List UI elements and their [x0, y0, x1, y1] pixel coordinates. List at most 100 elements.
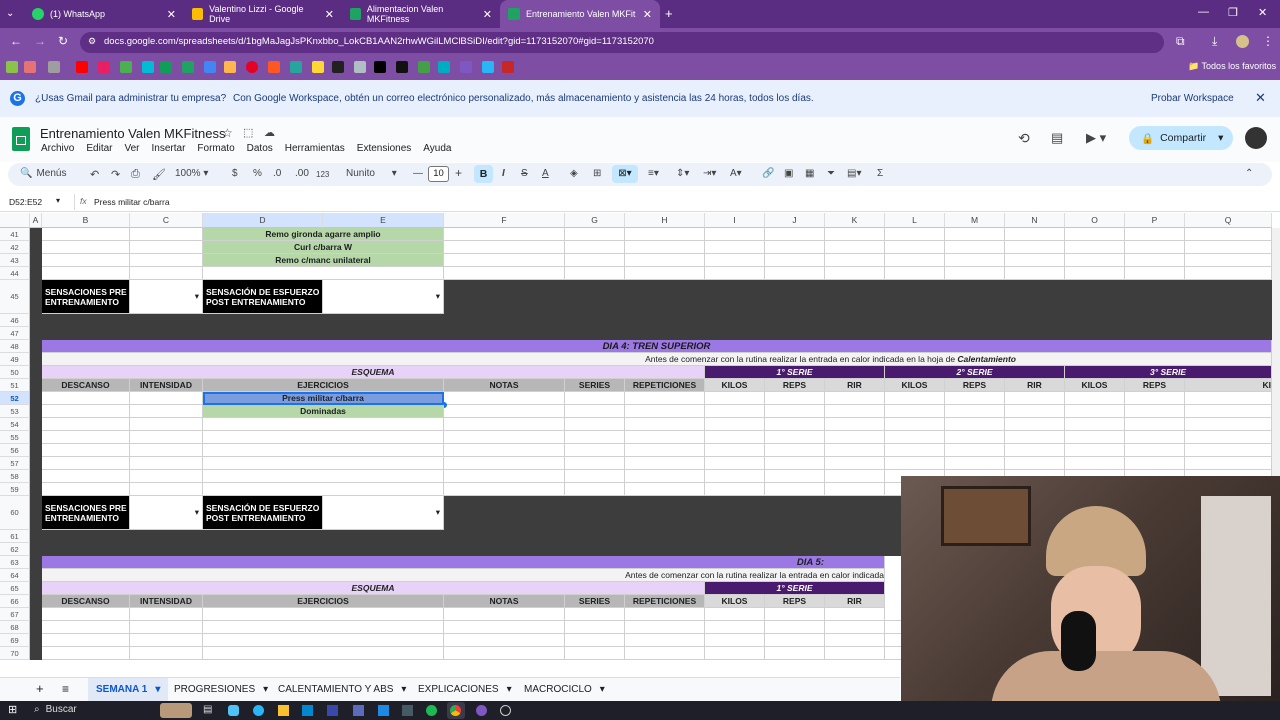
- grid-cell[interactable]: [130, 267, 203, 280]
- grid-cell[interactable]: [42, 470, 130, 483]
- tab-entrenamiento[interactable]: Entrenamiento Valen MKFitness ✕: [500, 0, 660, 28]
- add-sheet-icon[interactable]: +: [36, 681, 44, 696]
- grid-cell[interactable]: [765, 431, 825, 444]
- grid-cell[interactable]: [444, 228, 565, 241]
- grid-cell[interactable]: [444, 457, 565, 470]
- column-label[interactable]: REPS: [945, 379, 1005, 392]
- grid-cell[interactable]: [765, 634, 825, 647]
- grid-cell[interactable]: [130, 405, 203, 418]
- new-tab-icon[interactable]: +: [665, 6, 673, 21]
- grid-cell[interactable]: [1005, 405, 1065, 418]
- sheet-tab-explicaciones[interactable]: EXPLICACIONES ▾: [418, 678, 512, 701]
- grid-cell[interactable]: [765, 470, 825, 483]
- column-label[interactable]: REPETICIONES: [625, 379, 705, 392]
- lightroom-icon[interactable]: [378, 705, 389, 716]
- close-tab-icon[interactable]: ✕: [167, 8, 176, 21]
- grid-cell[interactable]: [42, 608, 130, 621]
- exercise-cell[interactable]: Remo c/manc unilateral: [203, 254, 444, 267]
- grid-cell[interactable]: [765, 621, 825, 634]
- bookmark-icon[interactable]: [6, 61, 18, 73]
- column-header-c[interactable]: C: [130, 213, 203, 228]
- grid-cell[interactable]: [444, 647, 565, 660]
- serie-header[interactable]: 1° SERIE: [705, 582, 885, 595]
- close-tab-icon[interactable]: ✕: [643, 8, 652, 21]
- row-header-69[interactable]: 69: [0, 634, 30, 647]
- grid-cell[interactable]: [1005, 457, 1065, 470]
- grid-cell[interactable]: [625, 228, 705, 241]
- grid-cell[interactable]: [765, 405, 825, 418]
- grid-cell[interactable]: [1065, 241, 1125, 254]
- bookmark-icon[interactable]: [142, 61, 154, 73]
- grid-cell[interactable]: [705, 405, 765, 418]
- grid-cell[interactable]: [705, 634, 765, 647]
- grid-cell[interactable]: [565, 608, 625, 621]
- grid-cell[interactable]: [130, 444, 203, 457]
- column-label[interactable]: REPS: [765, 595, 825, 608]
- download-icon[interactable]: ⤓: [1212, 34, 1217, 49]
- grid-cell[interactable]: [1185, 444, 1272, 457]
- sensations-post-label[interactable]: SENSACIÓN DE ESFUERZO POST ENTRENAMIENTO: [203, 280, 323, 314]
- decrease-decimals-button[interactable]: .0: [273, 168, 281, 179]
- grid-cell[interactable]: [765, 483, 825, 496]
- serie-header[interactable]: 3° SERIE: [1065, 366, 1272, 379]
- row-header-45[interactable]: 45: [0, 280, 30, 314]
- chevron-down-icon[interactable]: ▾: [263, 684, 268, 695]
- grid-cell[interactable]: [825, 254, 885, 267]
- column-header-j[interactable]: J: [765, 213, 825, 228]
- chevron-down-icon[interactable]: ▾: [600, 684, 605, 695]
- paint-format-icon[interactable]: 🖌: [152, 168, 166, 181]
- grid-cell[interactable]: [825, 267, 885, 280]
- increase-decimals-button[interactable]: .00: [295, 168, 309, 179]
- sensations-post-label[interactable]: SENSACIÓN DE ESFUERZO POST ENTRENAMIENTO: [203, 496, 323, 530]
- column-label[interactable]: DESCANSO: [42, 379, 130, 392]
- app-icon[interactable]: [353, 705, 364, 716]
- row-header-41[interactable]: 41: [0, 228, 30, 241]
- column-header-m[interactable]: M: [945, 213, 1005, 228]
- column-label[interactable]: REPETICIONES: [625, 595, 705, 608]
- grid-cell[interactable]: [625, 483, 705, 496]
- percent-format-button[interactable]: %: [253, 168, 262, 179]
- grid-cell[interactable]: [42, 457, 130, 470]
- sheets-bookmark-icon[interactable]: [160, 61, 172, 73]
- grid-cell[interactable]: [625, 254, 705, 267]
- document-title[interactable]: Entrenamiento Valen MKFitness: [40, 126, 225, 141]
- close-tab-icon[interactable]: ✕: [483, 8, 492, 21]
- grid-cell[interactable]: [1005, 392, 1065, 405]
- tab-search-icon[interactable]: ⌄: [6, 8, 14, 19]
- menu-formato[interactable]: Formato: [197, 143, 234, 154]
- grid-cell[interactable]: [565, 418, 625, 431]
- column-label[interactable]: KILOS: [705, 379, 765, 392]
- grid-cell[interactable]: [825, 634, 885, 647]
- exercise-cell[interactable]: [203, 431, 444, 444]
- grid-cell[interactable]: [130, 241, 203, 254]
- grid-cell[interactable]: [765, 444, 825, 457]
- font-size-input[interactable]: 10: [428, 166, 449, 182]
- print-icon[interactable]: ⎙: [131, 168, 140, 181]
- grid-cell[interactable]: [444, 267, 565, 280]
- select-all-corner[interactable]: [0, 213, 30, 228]
- grid-cell[interactable]: [625, 608, 705, 621]
- grid-cell[interactable]: [945, 457, 1005, 470]
- grid-cell[interactable]: [825, 470, 885, 483]
- grid-cell[interactable]: [705, 647, 765, 660]
- grid-cell[interactable]: [825, 241, 885, 254]
- grid-cell[interactable]: [1005, 444, 1065, 457]
- grid-cell[interactable]: [130, 418, 203, 431]
- grid-cell[interactable]: [885, 241, 945, 254]
- row-header-64[interactable]: 64: [0, 569, 30, 582]
- url-input[interactable]: ⚙ docs.google.com/spreadsheets/d/1bgMaJa…: [80, 32, 1164, 53]
- column-label[interactable]: SERIES: [565, 595, 625, 608]
- menu-editar[interactable]: Editar: [86, 143, 112, 154]
- grid-cell[interactable]: [885, 418, 945, 431]
- column-label[interactable]: REPS: [765, 379, 825, 392]
- text-rotation-icon[interactable]: A▾: [730, 168, 742, 179]
- grid-cell[interactable]: [945, 418, 1005, 431]
- grid-cell[interactable]: [625, 470, 705, 483]
- bookmark-icon[interactable]: [290, 61, 302, 73]
- grid-cell[interactable]: [565, 267, 625, 280]
- row-header-67[interactable]: 67: [0, 608, 30, 621]
- grid-cell[interactable]: [1185, 392, 1272, 405]
- bookmark-icon[interactable]: [24, 61, 36, 73]
- grid-cell[interactable]: [705, 470, 765, 483]
- exercise-cell[interactable]: Remo gironda agarre amplio: [203, 228, 444, 241]
